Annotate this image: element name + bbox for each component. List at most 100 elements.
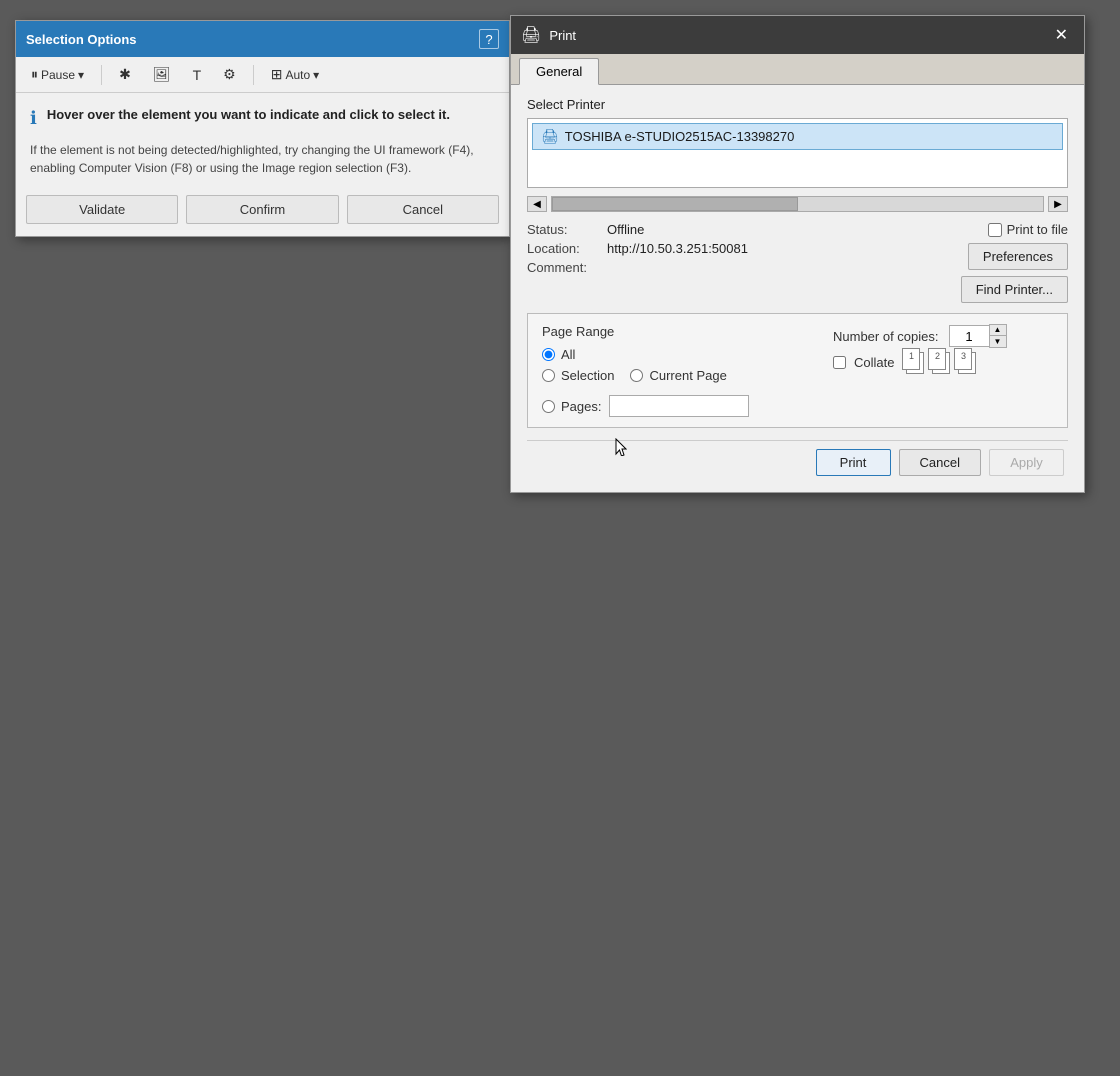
- print-to-file-label: Print to file: [1007, 222, 1068, 237]
- info-heading: Hover over the element you want to indic…: [47, 107, 450, 122]
- copies-spinner: ▲ ▼: [949, 324, 1007, 348]
- element-select-button[interactable]: ✱: [112, 62, 138, 87]
- status-value: Offline: [607, 222, 961, 237]
- selection-label: Selection: [561, 368, 614, 383]
- page-range-title: Page Range: [542, 324, 813, 339]
- help-button[interactable]: ?: [479, 29, 499, 49]
- select-printer-label: Select Printer: [527, 97, 1068, 112]
- confirm-button[interactable]: Confirm: [186, 195, 338, 224]
- pause-icon: ⏸: [31, 66, 38, 83]
- selection-cancel-button[interactable]: Cancel: [347, 195, 499, 224]
- selection-options-dialog: Selection Options ? ⏸ Pause ▾ ✱ 🖼 T ⚙ ⊞ …: [15, 20, 510, 237]
- info-text-block: Hover over the element you want to indic…: [47, 107, 450, 126]
- pause-button[interactable]: ⏸ Pause ▾: [24, 62, 91, 87]
- pages-input[interactable]: [609, 395, 749, 417]
- print-to-file-checkbox[interactable]: [988, 223, 1002, 237]
- print-title-left: 🖨 Print: [521, 25, 576, 45]
- page-card-front-3: 3: [954, 348, 972, 370]
- preferences-button[interactable]: Preferences: [968, 243, 1068, 270]
- network-printer-icon: 🖨: [541, 128, 559, 145]
- print-dialog-title: Print: [549, 28, 576, 43]
- scroll-right-arrow[interactable]: ▶: [1048, 196, 1068, 212]
- copies-label: Number of copies:: [833, 329, 939, 344]
- print-button[interactable]: Print: [816, 449, 891, 476]
- all-radio-row: All: [542, 347, 813, 362]
- current-page-radio-row: Current Page: [630, 368, 726, 383]
- print-cancel-button[interactable]: Cancel: [899, 449, 981, 476]
- scroll-thumb: [552, 197, 798, 211]
- pages-radio-row: Pages:: [542, 399, 601, 414]
- status-row: Status: Offline: [527, 222, 961, 237]
- pages-row: Pages:: [542, 395, 813, 417]
- copies-row: Number of copies: ▲ ▼: [833, 324, 1053, 348]
- selection-dialog-title: Selection Options: [26, 32, 137, 47]
- auto-button[interactable]: ⊞ Auto ▾: [264, 62, 326, 87]
- image-button[interactable]: 🖼: [146, 62, 178, 87]
- find-printer-button[interactable]: Find Printer...: [961, 276, 1068, 303]
- tab-general[interactable]: General: [519, 58, 599, 85]
- settings-button[interactable]: ⚙: [216, 62, 243, 87]
- text-button[interactable]: T: [186, 63, 209, 87]
- comment-row: Comment:: [527, 260, 961, 275]
- gear-icon: ⚙: [223, 66, 236, 83]
- scroll-left-arrow[interactable]: ◀: [527, 196, 547, 212]
- printer-list[interactable]: 🖨 TOSHIBA e-STUDIO2515AC-13398270: [527, 118, 1068, 188]
- print-body: Select Printer 🖨 TOSHIBA e-STUDIO2515AC-…: [511, 85, 1084, 492]
- printer-scrollbar[interactable]: ◀ ▶: [527, 196, 1068, 212]
- print-dialog: 🖨 Print ✕ General Select Printer 🖨 TOSHI…: [510, 15, 1085, 493]
- print-to-file-row: Print to file: [988, 222, 1068, 237]
- selection-dialog-buttons: Validate Confirm Cancel: [16, 187, 509, 236]
- info-icon: ℹ: [30, 108, 37, 129]
- selection-note: If the element is not being detected/hig…: [30, 141, 495, 177]
- all-label: All: [561, 347, 575, 362]
- selection-dialog-titlebar: Selection Options ?: [16, 21, 509, 57]
- pause-label: Pause: [41, 68, 75, 82]
- pages-label: Pages:: [561, 399, 601, 414]
- printer-status-col: Status: Offline Location: http://10.50.3…: [527, 222, 961, 303]
- selection-info: ℹ Hover over the element you want to ind…: [30, 107, 495, 129]
- auto-label: Auto: [285, 68, 310, 82]
- location-value: http://10.50.3.251:50081: [607, 241, 961, 256]
- page-range-left: Page Range All Selection Current Page: [542, 324, 813, 417]
- location-row: Location: http://10.50.3.251:50081: [527, 241, 961, 256]
- page-card-front-1: 1: [902, 348, 920, 370]
- selection-toolbar: ⏸ Pause ▾ ✱ 🖼 T ⚙ ⊞ Auto ▾: [16, 57, 509, 93]
- printer-item[interactable]: 🖨 TOSHIBA e-STUDIO2515AC-13398270: [532, 123, 1063, 150]
- printer-name: TOSHIBA e-STUDIO2515AC-13398270: [565, 129, 795, 144]
- print-tabs: General: [511, 54, 1084, 85]
- auto-icon: ⊞: [271, 66, 283, 83]
- spinner-arrows: ▲ ▼: [989, 324, 1007, 348]
- print-dialog-titlebar: 🖨 Print ✕: [511, 16, 1084, 54]
- pages-radio[interactable]: [542, 400, 555, 413]
- text-icon: T: [193, 67, 202, 83]
- validate-button[interactable]: Validate: [26, 195, 178, 224]
- toolbar-separator-1: [101, 65, 102, 85]
- comment-label: Comment:: [527, 260, 607, 275]
- current-page-label: Current Page: [649, 368, 726, 383]
- image-icon: 🖼: [153, 66, 171, 83]
- scroll-track[interactable]: [551, 196, 1044, 212]
- auto-dropdown-icon: ▾: [313, 68, 319, 82]
- location-label: Location:: [527, 241, 607, 256]
- printer-actions-col: Print to file Preferences Find Printer..…: [961, 222, 1068, 303]
- copies-input[interactable]: [949, 325, 989, 347]
- selection-radio[interactable]: [542, 369, 555, 382]
- toolbar-separator-2: [253, 65, 254, 85]
- collate-checkbox[interactable]: [833, 356, 846, 369]
- pause-dropdown-icon: ▾: [78, 68, 84, 82]
- all-radio[interactable]: [542, 348, 555, 361]
- print-dialog-buttons: Print Cancel Apply: [527, 440, 1068, 480]
- collate-icon: 1 1 2 2 3 3: [902, 348, 978, 376]
- copies-up-button[interactable]: ▲: [990, 325, 1006, 336]
- apply-button[interactable]: Apply: [989, 449, 1064, 476]
- copies-down-button[interactable]: ▼: [990, 336, 1006, 347]
- collate-row: Collate 1 1 2 2 3 3: [833, 348, 1053, 376]
- selection-content: ℹ Hover over the element you want to ind…: [16, 93, 509, 187]
- current-page-radio[interactable]: [630, 369, 643, 382]
- page-card-front-2: 2: [928, 348, 946, 370]
- page-stack-1: 1 1: [902, 348, 926, 376]
- print-close-button[interactable]: ✕: [1049, 23, 1074, 47]
- element-select-icon: ✱: [119, 66, 131, 83]
- page-stack-3: 3 3: [954, 348, 978, 376]
- printer-icon: 🖨: [521, 25, 541, 45]
